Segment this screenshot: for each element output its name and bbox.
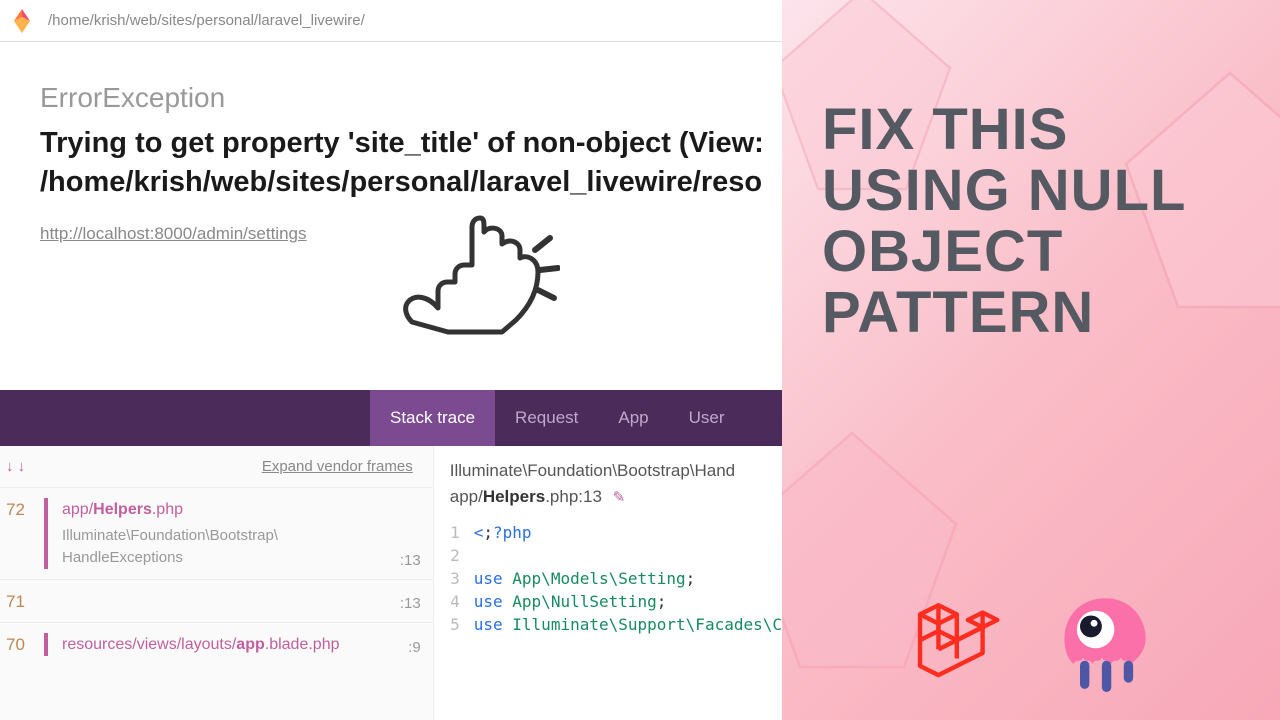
stack-frame-row[interactable]: 72 app/Helpers.phpIlluminate\Foundation\B…	[0, 487, 433, 579]
frame-active-bar	[44, 498, 48, 569]
frame-active-bar	[44, 633, 48, 656]
stack-frame-row[interactable]: 70 resources/views/layouts/app.blade.php:…	[0, 622, 433, 666]
frame-body: app/Helpers.phpIlluminate\Foundation\Boo…	[62, 498, 400, 569]
code-line: 2	[434, 544, 782, 567]
frame-number: 70	[6, 633, 40, 655]
tabs-bar: Stack trace Request App User	[0, 390, 782, 446]
request-url-link[interactable]: http://localhost:8000/admin/settings	[40, 224, 307, 244]
sort-icon[interactable]: ↓ ↓	[6, 458, 25, 475]
code-header: Illuminate\Foundation\Bootstrap\Hand app…	[434, 446, 782, 521]
livewire-logo-icon	[1057, 592, 1153, 692]
stack-frames-column: ↓ ↓ Expand vendor frames 72 app/Helpers.p…	[0, 446, 434, 720]
code-line: 3use App\Models\Setting;	[434, 567, 782, 590]
promo-panel: FIX THIS USING NULL OBJECT PATTERN	[782, 0, 1280, 720]
code-lines: 1<;?php23use App\Models\Setting;4use App…	[434, 521, 782, 636]
frame-line-number: :9	[408, 639, 421, 656]
frame-number: 72	[6, 498, 40, 520]
expand-vendor-frames-link[interactable]: Expand vendor frames	[262, 458, 413, 475]
pointer-hand-icon	[390, 210, 560, 340]
frame-body: resources/views/layouts/app.blade.php	[62, 633, 408, 656]
frame-line-number: :13	[400, 595, 421, 612]
ignition-logo-icon	[10, 7, 34, 35]
tab-request[interactable]: Request	[495, 390, 598, 446]
code-preview-column: Illuminate\Foundation\Bootstrap\Hand app…	[434, 446, 782, 720]
edit-icon[interactable]: ✎	[613, 489, 626, 506]
error-message: Trying to get property 'site_title' of n…	[40, 124, 782, 202]
tab-user[interactable]: User	[669, 390, 745, 446]
path-bar: /home/krish/web/sites/personal/laravel_l…	[0, 0, 782, 42]
laravel-logo-icon	[909, 596, 1001, 688]
frame-number: 71	[6, 590, 40, 612]
tab-app[interactable]: App	[598, 390, 668, 446]
tab-stack-trace[interactable]: Stack trace	[370, 390, 495, 446]
exception-class: ErrorException	[40, 82, 782, 114]
project-path: /home/krish/web/sites/personal/laravel_l…	[48, 12, 365, 29]
frame-active-bar	[44, 590, 48, 612]
promo-headline: FIX THIS USING NULL OBJECT PATTERN	[822, 100, 1240, 344]
code-line: 4use App\NullSetting;	[434, 590, 782, 613]
stack-frame-row[interactable]: 71 :13	[0, 579, 433, 622]
code-line: 5use Illuminate\Support\Facades\C	[434, 613, 782, 636]
frame-line-number: :13	[400, 552, 421, 569]
code-line: 1<;?php	[434, 521, 782, 544]
